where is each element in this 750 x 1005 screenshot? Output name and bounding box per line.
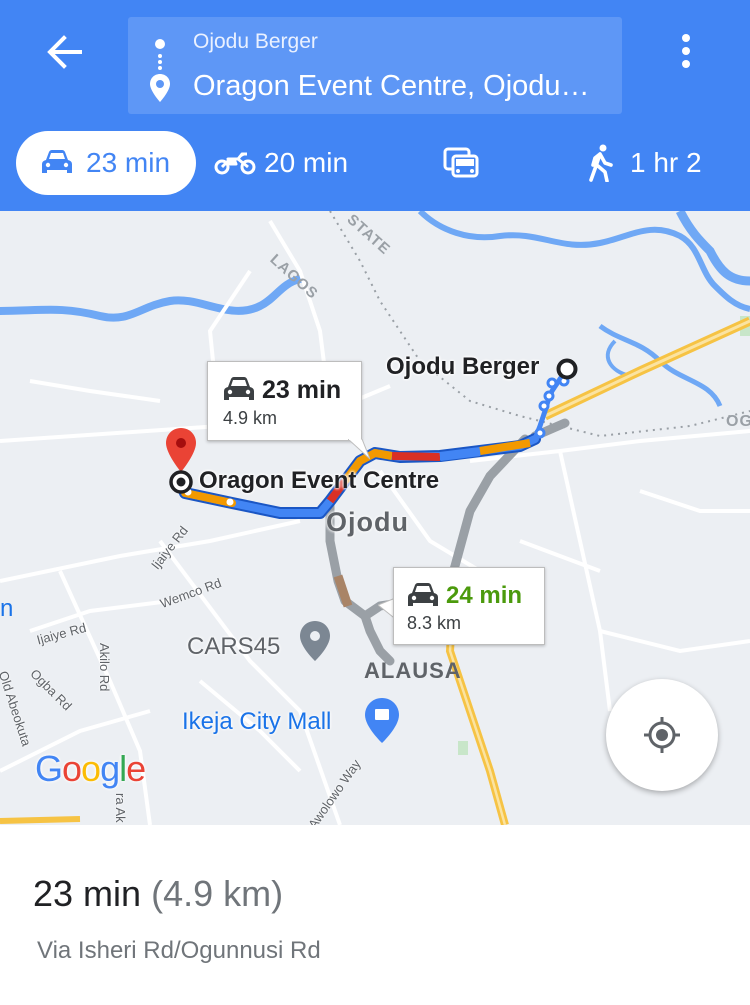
motorcycle-icon — [214, 152, 256, 175]
tab-drive[interactable]: 23 min — [16, 131, 196, 195]
tab-walk-label: 1 hr 2 — [630, 147, 702, 178]
callout-alt-car-icon — [408, 583, 438, 606]
callout-primary-distance: 4.9 km — [223, 408, 278, 428]
route-connector-icon — [158, 54, 162, 70]
map-label-destination: Oragon Event Centre — [199, 467, 440, 494]
map-label-alausa: ALAUSA — [364, 658, 462, 683]
callout-pointer — [348, 439, 370, 460]
callout-alt-time: 24 min — [446, 582, 523, 609]
map-label-og: OG — [726, 413, 750, 430]
car-icon — [42, 150, 72, 173]
walking-icon — [589, 144, 613, 182]
summary-via: Via Isheri Rd/Ogunnusi Rd — [37, 937, 321, 964]
more-options-button[interactable] — [668, 28, 704, 74]
destination-input[interactable]: Oragon Event Centre, Ojodu… — [193, 70, 613, 103]
callout-alt-distance: 8.3 km — [407, 613, 462, 633]
origin-dot-icon — [155, 39, 165, 49]
tab-transit[interactable] — [442, 131, 480, 195]
map-label-ojodu: Ojodu — [326, 507, 409, 537]
destination-pin-icon — [150, 74, 170, 102]
road-label-partial: ra Ak — [113, 793, 128, 823]
tab-motorcycle[interactable]: 20 min — [214, 131, 348, 195]
my-location-icon — [644, 717, 680, 753]
callout-car-icon — [224, 377, 254, 400]
tab-motorcycle-label: 20 min — [264, 147, 349, 178]
summary-time: 23 min — [33, 873, 142, 914]
tab-drive-label: 23 min — [86, 147, 171, 178]
summary-duration: 23 min (4.9 km) — [33, 873, 283, 915]
destination-pin-map-icon[interactable] — [164, 427, 198, 473]
map-label-partial: n — [0, 595, 14, 622]
origin-input[interactable]: Ojodu Berger — [193, 30, 318, 54]
route-callout-alternate[interactable]: 24 min 8.3 km — [393, 567, 545, 645]
destination-marker-icon — [169, 470, 193, 494]
poi-label-cars45[interactable]: CARS45 — [187, 633, 280, 661]
summary-distance: (4.9 km) — [151, 873, 284, 914]
directions-header: Ojodu Berger Oragon Event Centre, Ojodu…… — [0, 0, 750, 211]
callout-primary-time: 23 min — [262, 376, 342, 404]
my-location-button[interactable] — [606, 679, 718, 791]
back-button[interactable] — [30, 22, 94, 82]
route-callout-primary[interactable]: 23 min 4.9 km — [207, 361, 362, 441]
tab-walk[interactable]: 1 hr 2 — [588, 131, 702, 195]
map-label-origin: Ojodu Berger — [386, 353, 540, 380]
origin-marker-icon[interactable] — [555, 357, 579, 381]
road-label-akilo: Akilo Rd — [97, 643, 112, 692]
transit-icon — [443, 147, 479, 178]
poi-label-ikeja-city-mall[interactable]: Ikeja City Mall — [182, 708, 331, 736]
google-logo: Google — [35, 748, 146, 789]
arrow-back-icon — [47, 35, 82, 69]
route-summary-sheet[interactable]: 23 min (4.9 km) Via Isheri Rd/Ogunnusi R… — [0, 825, 750, 1005]
